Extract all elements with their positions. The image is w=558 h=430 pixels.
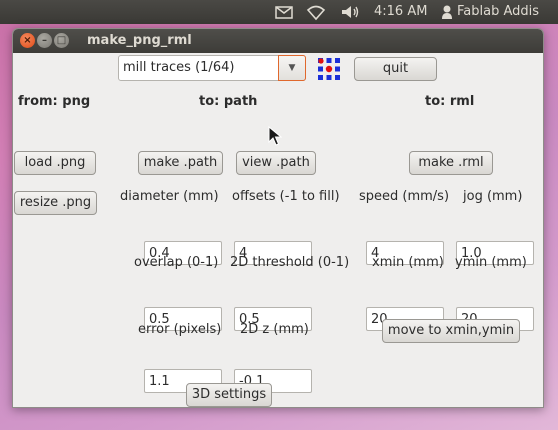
make-path-button[interactable]: make .path: [138, 151, 223, 175]
window-content: mill traces (1/64) ▼ quit from: png to: …: [13, 53, 543, 407]
top-panel: 4:16 AM Fablab Addis: [0, 0, 558, 24]
jog-label: jog (mm): [463, 189, 523, 204]
user-icon: [441, 0, 453, 24]
overlap-label: overlap (0-1): [134, 255, 219, 270]
mode-select[interactable]: mill traces (1/64) ▼: [118, 55, 306, 81]
to-rml-header: to: rml: [425, 94, 475, 109]
from-png-header: from: png: [18, 94, 91, 109]
fab-logo-icon: [318, 58, 340, 80]
chevron-down-icon[interactable]: ▼: [278, 55, 306, 81]
xmin-label: xmin (mm): [372, 255, 444, 270]
title-bar[interactable]: × – □ make_png_rml: [13, 29, 543, 53]
make-rml-button[interactable]: make .rml: [409, 151, 493, 175]
window-title: make_png_rml: [87, 33, 192, 48]
mail-icon[interactable]: [275, 0, 295, 24]
load-png-button[interactable]: load .png: [14, 151, 96, 175]
volume-icon[interactable]: [340, 0, 362, 24]
wifi-icon[interactable]: [306, 0, 328, 24]
app-window: × – □ make_png_rml mill traces (1/64) ▼ …: [12, 28, 544, 408]
ymin-label: ymin (mm): [455, 255, 527, 270]
user-name[interactable]: Fablab Addis: [457, 0, 539, 24]
mouse-cursor-icon: [268, 126, 282, 146]
resize-png-button[interactable]: resize .png: [14, 191, 97, 215]
error-label: error (pixels): [138, 322, 222, 337]
clock[interactable]: 4:16 AM: [374, 0, 427, 24]
threshold-2d-label: 2D threshold (0-1): [230, 255, 350, 270]
speed-label: speed (mm/s): [359, 189, 450, 204]
close-icon[interactable]: ×: [20, 33, 35, 48]
z-2d-label: 2D z (mm): [240, 322, 309, 337]
move-to-xmin-ymin-button[interactable]: move to xmin,ymin: [382, 319, 520, 343]
diameter-label: diameter (mm): [120, 189, 219, 204]
3d-settings-button[interactable]: 3D settings: [186, 383, 272, 407]
quit-button[interactable]: quit: [354, 57, 437, 81]
maximize-icon[interactable]: □: [54, 33, 69, 48]
minimize-icon[interactable]: –: [37, 33, 52, 48]
to-path-header: to: path: [199, 94, 258, 109]
view-path-button[interactable]: view .path: [236, 151, 316, 175]
offsets-label: offsets (-1 to fill): [232, 189, 340, 204]
mode-select-value: mill traces (1/64): [123, 60, 235, 75]
